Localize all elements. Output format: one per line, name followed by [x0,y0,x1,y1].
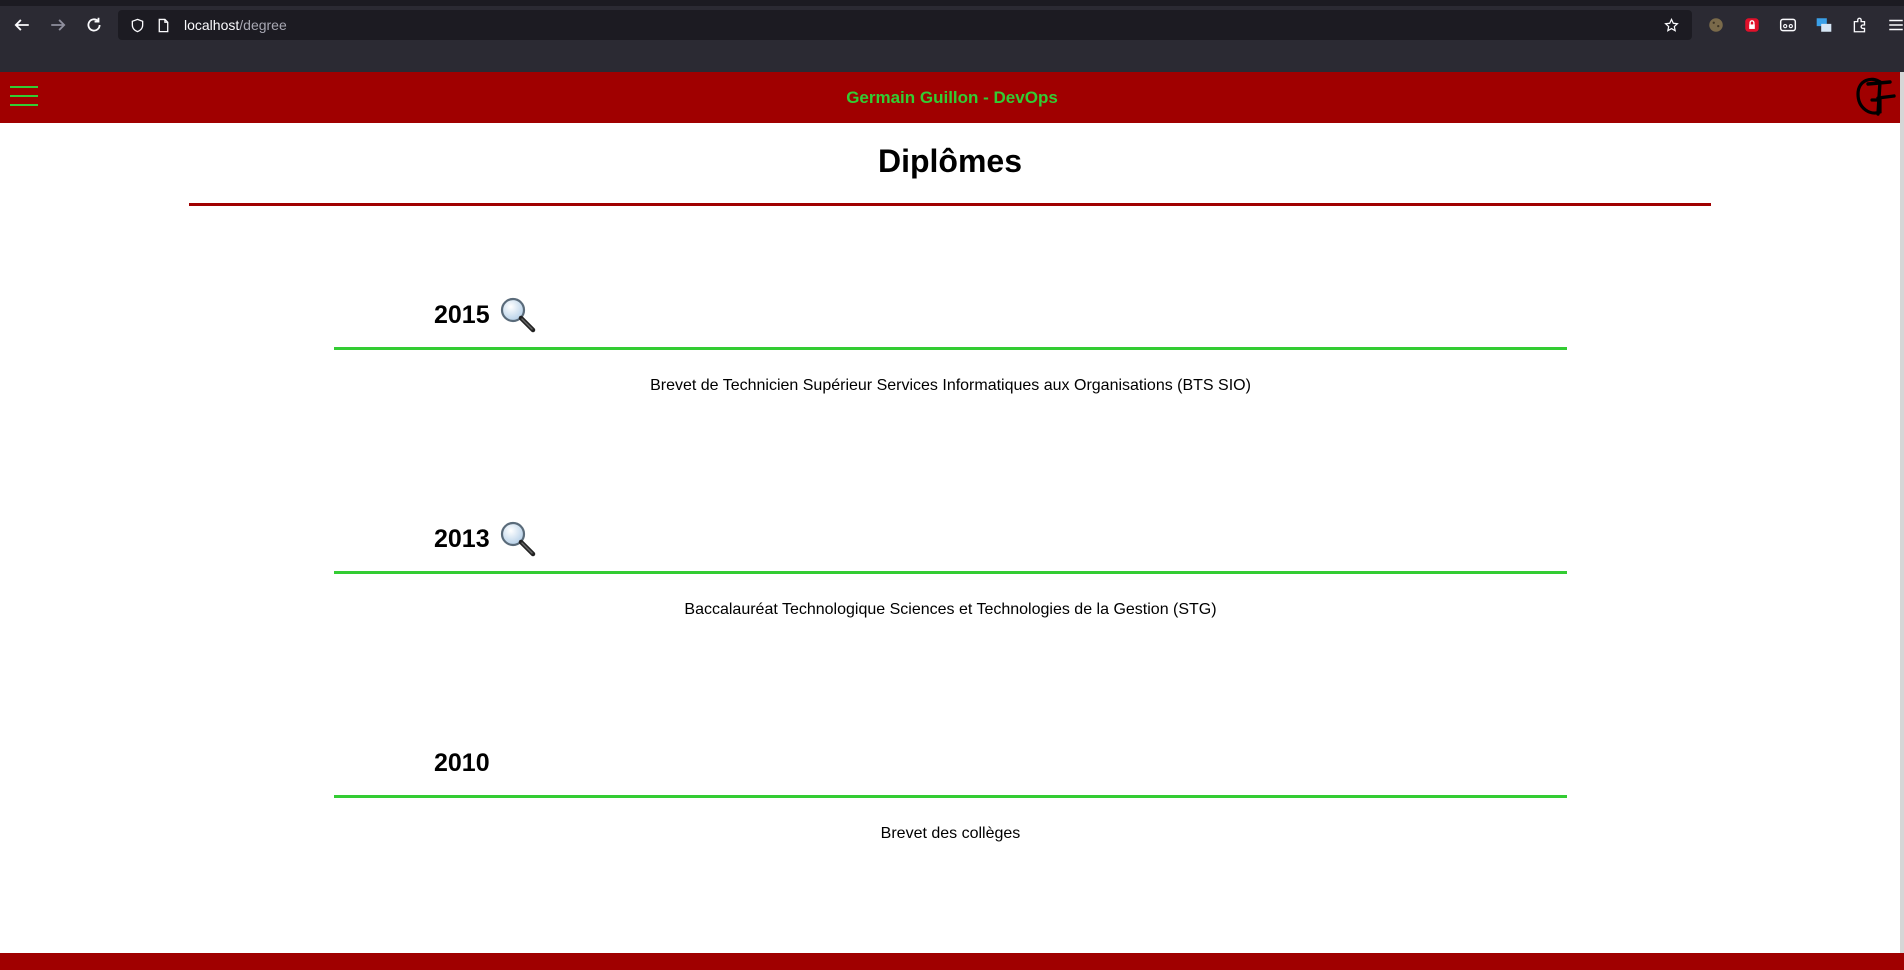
degree-description: Brevet des collèges [880,825,1021,842]
degree-year-row: 2015 [434,293,538,337]
reload-button[interactable] [76,9,112,41]
extension-cookie-icon[interactable] [1698,9,1734,41]
reload-icon [87,17,101,32]
magnifier-icon[interactable] [498,519,538,559]
url-path: /degree [239,17,287,33]
degree-year: 2010 [434,748,490,777]
degree-year-row: 2013 [434,517,538,561]
page-title: Diplômes [877,143,1023,179]
bookmark-star-icon[interactable] [1660,14,1682,36]
page-icon[interactable] [152,14,174,36]
browser-toolbar: localhost/degree [0,6,1904,44]
extension-mask-icon[interactable] [1770,9,1806,41]
page-scrollbar[interactable] [1900,72,1904,953]
address-bar[interactable]: localhost/degree [118,10,1692,40]
title-divider [189,203,1711,206]
app-menu-icon[interactable] [1878,9,1904,41]
site-title[interactable]: Germain Guillon - DevOps [0,72,1904,123]
extension-windows-icon[interactable] [1806,9,1842,41]
degree-description: Brevet de Technicien Supérieur Services … [650,377,1251,394]
bookmarks-strip [0,44,1904,72]
site-header: Germain Guillon - DevOps [0,72,1904,123]
extensions-puzzle-icon[interactable] [1842,9,1878,41]
forward-button[interactable] [40,9,76,41]
degree-divider [334,571,1567,574]
site-footer [0,953,1904,970]
degree-year: 2015 [434,300,490,329]
degree-divider [334,795,1567,798]
degree-divider [334,347,1567,350]
shield-icon[interactable] [126,14,148,36]
browser-extension-icons [1698,6,1904,44]
forward-arrow-icon [51,19,66,31]
magnifier-icon[interactable] [498,295,538,335]
back-button[interactable] [4,9,40,41]
site-logo[interactable] [1850,74,1898,120]
url-text[interactable]: localhost/degree [184,17,287,33]
extension-lock-icon[interactable] [1734,9,1770,41]
degree-description: Baccalauréat Technologique Sciences et T… [684,601,1217,618]
degree-year: 2013 [434,524,490,553]
browser-chrome: localhost/degree [0,0,1904,72]
back-arrow-icon [14,19,29,31]
url-host: localhost [184,17,240,33]
degree-year-row: 2010 [434,741,490,785]
main-content: Diplômes 2015 Brevet de Technicien Supér… [0,123,1904,953]
